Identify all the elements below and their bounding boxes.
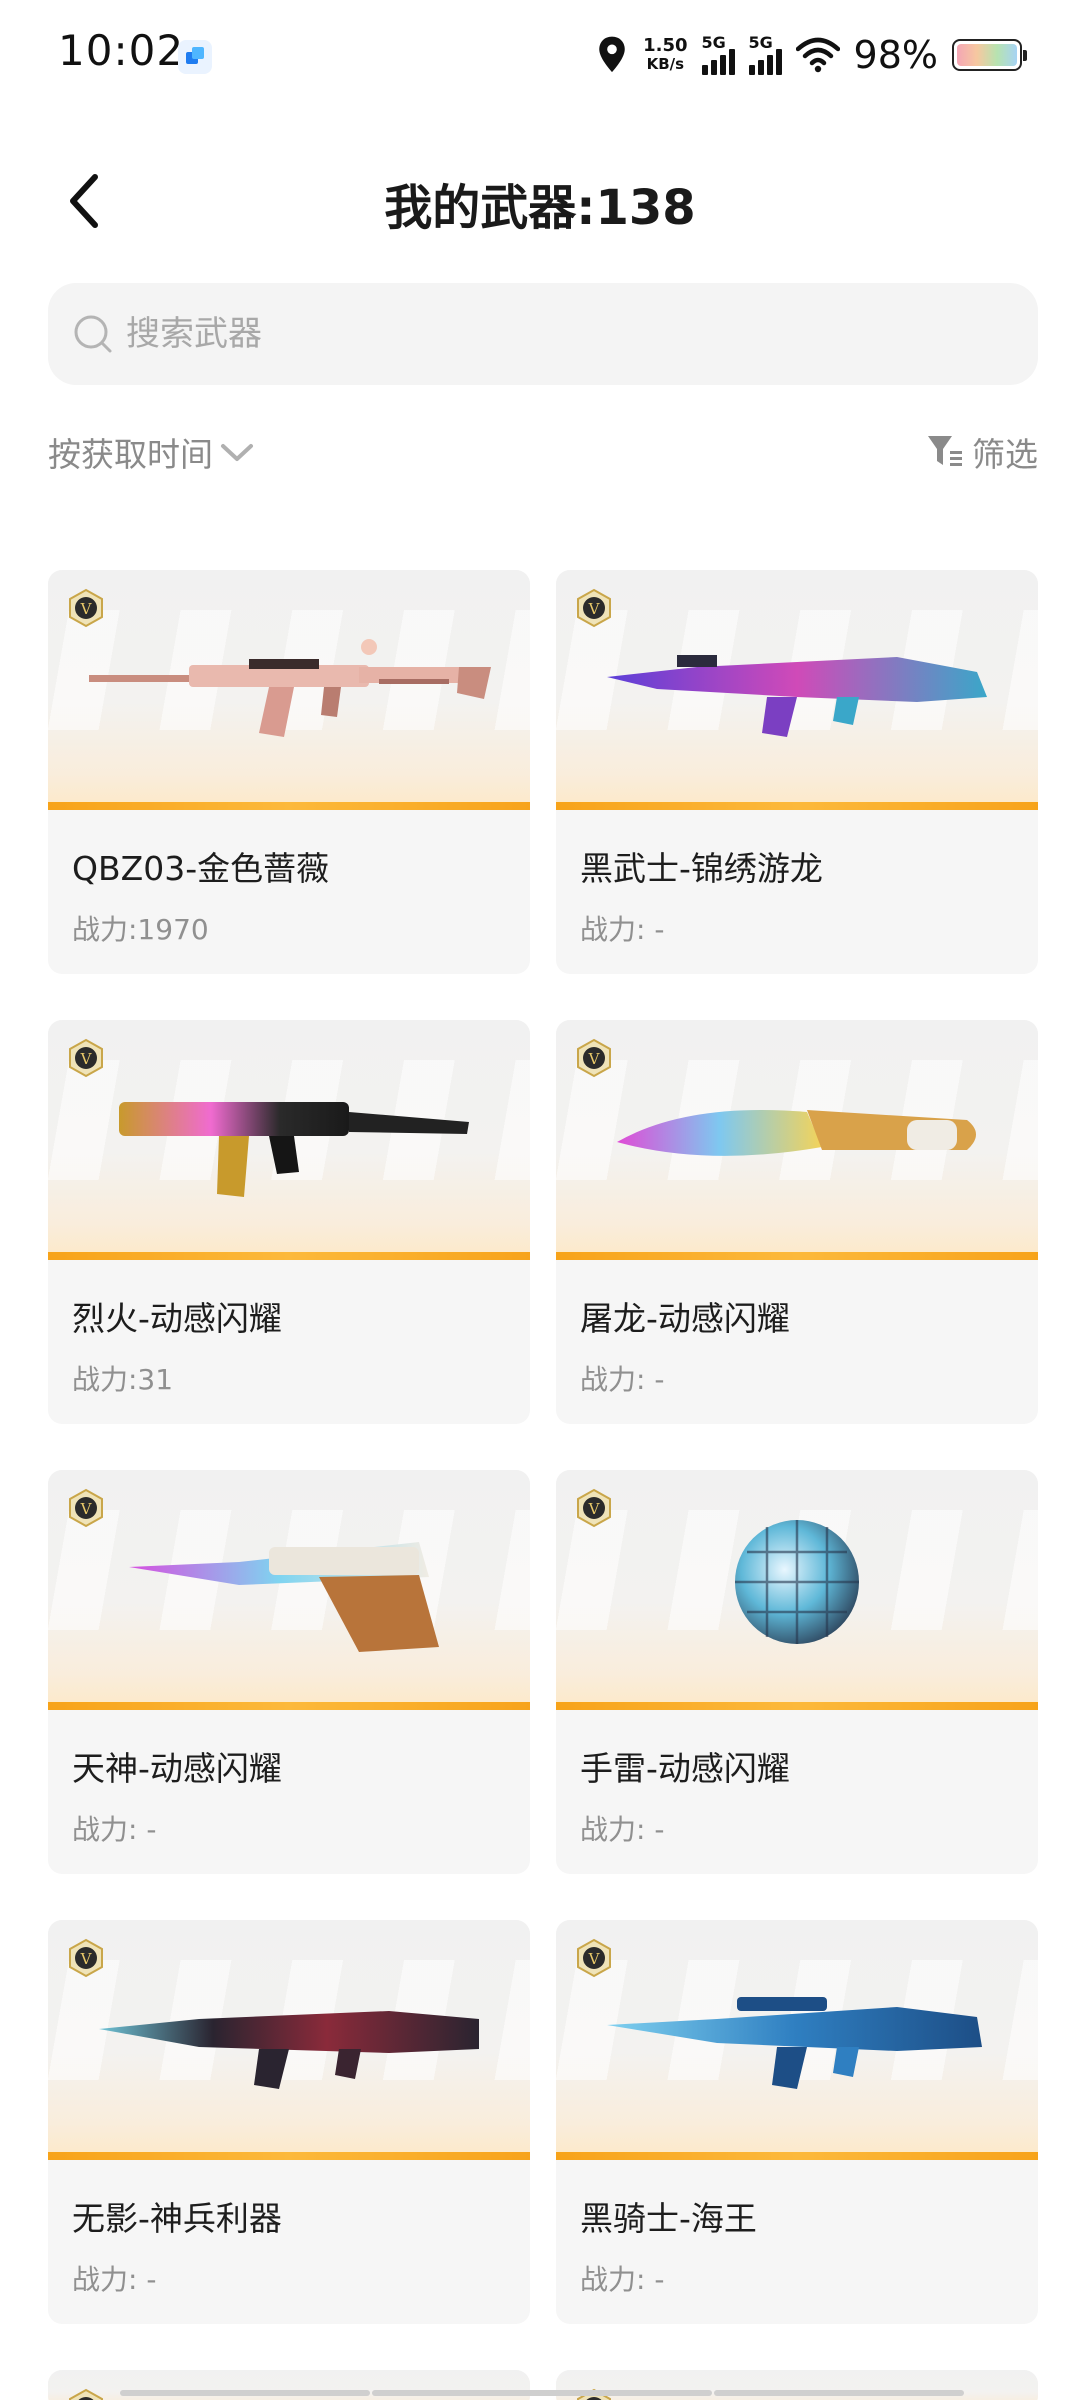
svg-text:V: V <box>588 1950 601 1968</box>
weapon-card[interactable]: V 无影-神兵利器 战力: - <box>48 1920 530 2324</box>
status-indicators: 1.50 KB/s 5G 5G 98% <box>595 30 1027 80</box>
weapon-image: V <box>48 1020 530 1260</box>
rifle-icon <box>89 639 491 737</box>
weapon-image: V <box>48 1470 530 1710</box>
battery-percent: 98% <box>853 33 938 77</box>
net-speed-value: 1.50 <box>643 35 688 56</box>
svg-text:V: V <box>588 600 601 618</box>
app-notification-icon <box>178 40 212 74</box>
page-title: 我的武器:138 <box>384 180 696 236</box>
v-badge-icon <box>69 2388 103 2400</box>
search-icon <box>74 315 112 353</box>
scroll-indicator <box>120 2390 370 2396</box>
weapon-name: 天神-动感闪耀 <box>72 1749 282 1788</box>
weapon-power: 战力: - <box>580 913 665 946</box>
location-icon <box>599 36 625 72</box>
weapon-image: V <box>48 570 530 810</box>
filter-icon <box>928 436 962 466</box>
v-badge-icon: V <box>577 1488 611 1528</box>
weapon-power: 战力: - <box>580 2263 665 2296</box>
rarity-bar <box>556 2152 1038 2160</box>
svg-text:V: V <box>80 1500 93 1518</box>
sort-filter-row: 按获取时间 筛选 <box>48 428 1038 498</box>
weapon-name: 无影-神兵利器 <box>72 2199 282 2238</box>
scroll-indicator <box>372 2390 712 2396</box>
weapon-card[interactable]: V 天神-动感闪耀 战力: - <box>48 1470 530 1874</box>
filter-label: 筛选 <box>972 435 1038 474</box>
pistol-icon <box>129 1542 439 1652</box>
weapon-card[interactable]: V QBZ03-金色蔷薇 战力:1970 <box>48 570 530 974</box>
signal-icon-2: 5G <box>748 33 782 75</box>
knife-icon <box>617 1110 976 1156</box>
rifle-icon <box>99 2011 479 2089</box>
weapon-power: 战力: - <box>72 1813 157 1846</box>
weapon-image: V <box>48 1920 530 2160</box>
chevron-down-icon <box>221 444 253 461</box>
rifle-icon <box>607 1997 982 2089</box>
weapon-card[interactable]: V 烈火-动感闪耀 战力:31 <box>48 1020 530 1424</box>
sort-dropdown[interactable]: 按获取时间 <box>48 428 255 476</box>
search-input[interactable] <box>126 314 926 354</box>
weapon-card[interactable]: V 手雷-动感闪耀 战力: - <box>556 1470 1038 1874</box>
weapon-image: V <box>556 1470 1038 1710</box>
svg-text:V: V <box>588 1500 601 1518</box>
weapon-name: 烈火-动感闪耀 <box>72 1299 282 1338</box>
weapon-name: 屠龙-动感闪耀 <box>580 1299 790 1338</box>
svg-text:V: V <box>80 1050 93 1068</box>
weapon-name: 黑骑士-海王 <box>580 2199 757 2238</box>
weapon-power: 战力: - <box>72 2263 157 2296</box>
weapon-card[interactable]: V 黑骑士-海王 战力: - <box>556 1920 1038 2324</box>
smg-icon <box>119 1102 469 1197</box>
scroll-indicator <box>714 2390 964 2396</box>
net-speed-unit: KB/s <box>646 55 685 73</box>
signal-icon: 5G <box>701 33 735 75</box>
rifle-icon <box>607 655 987 737</box>
wifi-icon <box>795 37 840 73</box>
status-bar: 10:02 1.50 KB/s 5G 5G 98% <box>0 0 1080 110</box>
search-bar[interactable] <box>48 283 1038 385</box>
rarity-bar <box>48 1702 530 1710</box>
weapon-card[interactable]: V 黑武士-锦绣游龙 战力: - <box>556 570 1038 974</box>
svg-text:V: V <box>80 600 93 618</box>
rarity-bar <box>556 1252 1038 1260</box>
weapon-image: V <box>556 1020 1038 1260</box>
header: 我的武器:138 <box>0 150 1080 250</box>
status-time: 10:02 <box>58 26 185 75</box>
battery-icon <box>952 39 1027 71</box>
net-speed: 1.50 KB/s <box>643 36 687 74</box>
weapon-name: 手雷-动感闪耀 <box>580 1749 790 1788</box>
rarity-bar <box>556 1702 1038 1710</box>
rarity-bar <box>48 1252 530 1260</box>
weapon-power: 战力:31 <box>72 1363 174 1396</box>
weapon-image: V <box>556 1920 1038 2160</box>
v-badge-icon: V <box>69 1488 103 1528</box>
rarity-bar <box>556 802 1038 810</box>
weapon-card[interactable]: V 屠龙-动感闪耀 战力: - <box>556 1020 1038 1424</box>
grenade-icon <box>735 1520 859 1644</box>
sort-label: 按获取时间 <box>48 435 213 474</box>
rarity-bar <box>48 2152 530 2160</box>
svg-text:V: V <box>80 1950 93 1968</box>
weapon-power: 战力: - <box>580 1363 665 1396</box>
svg-text:V: V <box>588 1050 601 1068</box>
filter-button[interactable]: 筛选 <box>926 428 1038 476</box>
weapon-name: 黑武士-锦绣游龙 <box>580 849 823 888</box>
rarity-bar <box>48 802 530 810</box>
weapon-image: V <box>556 570 1038 810</box>
weapon-power: 战力:1970 <box>72 913 209 946</box>
weapon-name: QBZ03-金色蔷薇 <box>72 849 330 888</box>
weapon-power: 战力: - <box>580 1813 665 1846</box>
